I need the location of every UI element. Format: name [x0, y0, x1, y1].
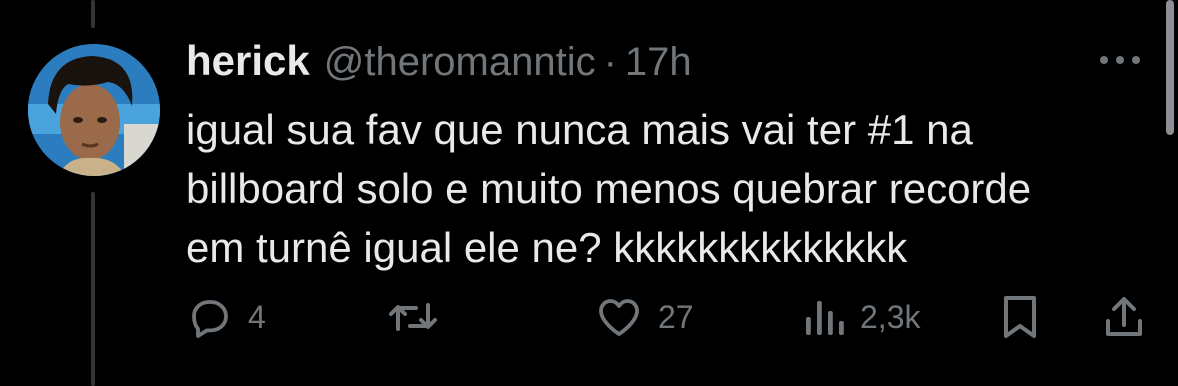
- scrollbar[interactable]: [1166, 0, 1174, 135]
- avatar-image: [28, 44, 160, 176]
- thread-line-top: [91, 0, 95, 28]
- avatar[interactable]: [28, 44, 160, 176]
- action-bar: 4 27 2,3k: [186, 288, 1146, 346]
- share-icon: [1106, 297, 1142, 336]
- views-icon: [806, 301, 844, 335]
- author-name[interactable]: herick: [186, 37, 310, 85]
- share-button[interactable]: [1102, 288, 1146, 346]
- views-count: 2,3k: [860, 298, 921, 335]
- like-count: 27: [658, 298, 694, 335]
- author-handle[interactable]: @theromanntic: [324, 40, 596, 85]
- reply-button[interactable]: 4: [186, 288, 266, 346]
- bookmark-button[interactable]: [1000, 288, 1040, 346]
- heart-icon: [599, 299, 639, 336]
- tweet-text: igual sua fav que nunca mais vai ter #1 …: [186, 106, 1032, 271]
- more-icon[interactable]: [1096, 50, 1144, 70]
- thread-line-bottom: [91, 192, 95, 386]
- separator-dot: ·: [603, 40, 617, 84]
- like-button[interactable]: 27: [594, 288, 694, 346]
- reply-count: 4: [248, 298, 266, 335]
- reply-icon: [192, 300, 228, 338]
- timestamp[interactable]: 17h: [625, 40, 692, 85]
- retweet-icon: [389, 303, 437, 331]
- retweet-button[interactable]: [386, 288, 440, 346]
- bookmark-icon: [1004, 296, 1036, 338]
- tweet-header: herick @theromanntic · 17h: [186, 37, 692, 89]
- views-button[interactable]: 2,3k: [802, 288, 920, 346]
